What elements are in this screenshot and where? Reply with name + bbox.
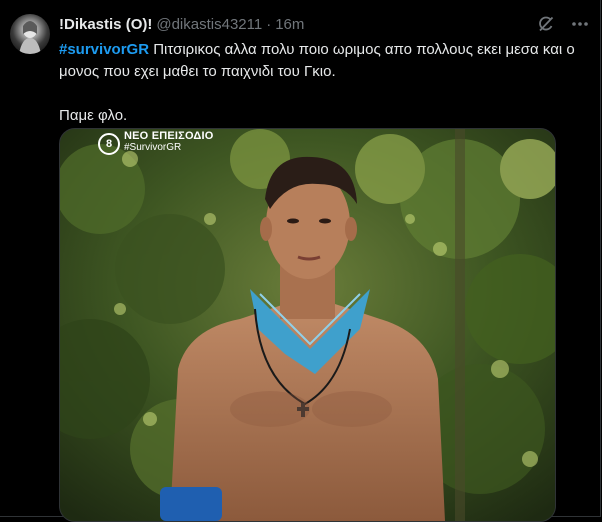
avatar[interactable]	[10, 14, 50, 54]
more-icon[interactable]	[570, 14, 590, 34]
tweet-card[interactable]: !Dikastis (O)! @dikastis43211 · 16m #sur…	[0, 0, 601, 522]
tweet-text: #survivorGR Πιτσιρικος αλλα πολυ ποιο ωρ…	[59, 39, 589, 127]
tweet-media-image[interactable]: 8 ΝΕΟ ΕΠΕΙΣΟΔΙΟ #SurvivorGR	[59, 128, 556, 522]
grok-icon[interactable]	[536, 14, 556, 34]
tweet-paragraph-1: #survivorGR Πιτσιρικος αλλα πολυ ποιο ωρ…	[59, 39, 589, 83]
video-frame-illustration	[60, 129, 555, 521]
display-name[interactable]: !Dikastis (O)!	[59, 16, 152, 33]
tweet-actions	[536, 14, 590, 34]
user-handle[interactable]: @dikastis43211	[156, 16, 262, 33]
separator-dot: ·	[266, 15, 272, 33]
channel-logo: 8	[98, 133, 120, 155]
overlay-new-episode: ΝΕΟ ΕΠΕΙΣΟΔΙΟ	[124, 130, 214, 142]
timestamp[interactable]: 16m	[275, 16, 304, 33]
hashtag-link[interactable]: #survivorGR	[59, 41, 149, 58]
overlay-hashtag: #SurvivorGR	[124, 142, 182, 153]
tweet-paragraph-2: Παμε φλο.	[59, 107, 128, 124]
broadcast-overlay: 8 ΝΕΟ ΕΠΕΙΣΟΔΙΟ #SurvivorGR	[98, 130, 214, 155]
tweet-header: !Dikastis (O)! @dikastis43211 · 16m	[59, 14, 304, 34]
